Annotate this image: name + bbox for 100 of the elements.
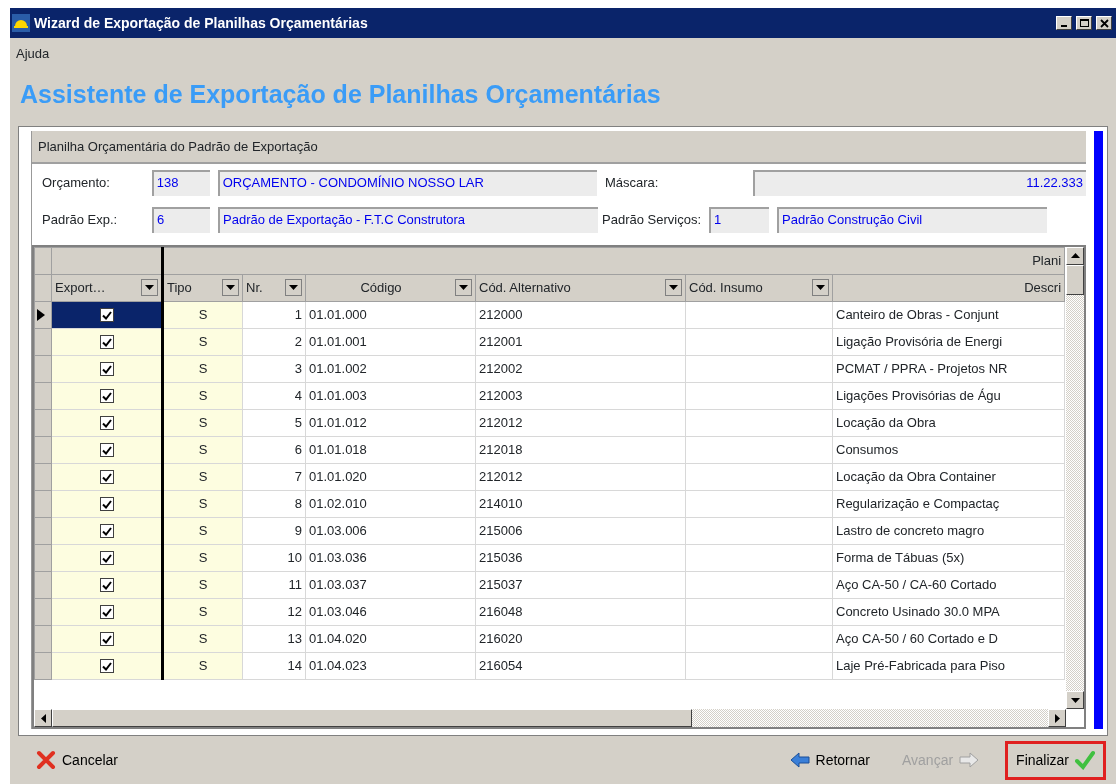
filter-dropdown-button[interactable]	[285, 279, 302, 296]
checkbox[interactable]	[99, 416, 114, 431]
alternative-code-cell: 212012	[475, 409, 686, 436]
type-cell: S	[162, 328, 243, 355]
checkbox[interactable]	[99, 632, 114, 647]
app-icon	[12, 14, 30, 32]
checkbox[interactable]	[99, 578, 114, 593]
checkbox[interactable]	[99, 524, 114, 539]
alternative-code-cell: 215036	[475, 544, 686, 571]
scroll-left-icon	[40, 713, 46, 723]
type-cell: S	[162, 571, 243, 598]
code-field[interactable]: 6	[152, 206, 210, 233]
filter-dropdown-button[interactable]	[665, 279, 682, 296]
maximize-icon	[1078, 17, 1090, 29]
type-cell: S	[162, 463, 243, 490]
code-cell: 01.04.020	[305, 625, 476, 652]
selected-cell[interactable]	[51, 301, 163, 328]
type-cell: S	[162, 436, 243, 463]
filter-dropdown-button[interactable]	[141, 279, 158, 296]
number-cell: 10	[242, 544, 306, 571]
band-header: Plani	[162, 247, 1065, 274]
checkbox[interactable]	[99, 335, 114, 350]
field-label: Máscara:	[604, 173, 660, 192]
number-cell: 1	[242, 301, 306, 328]
cancel-button[interactable]: Cancelar	[30, 743, 125, 777]
description-cell: Forma de Tábuas (5x)	[832, 544, 1065, 571]
horizontal-scrollbar[interactable]	[34, 709, 1066, 727]
column-header[interactable]: Cód. Alternativo	[475, 274, 686, 301]
type-cell: S	[162, 598, 243, 625]
checkbox[interactable]	[99, 362, 114, 377]
checkbox[interactable]	[99, 470, 114, 485]
alternative-code-cell: 212000	[475, 301, 686, 328]
description-field[interactable]: ORÇAMENTO - CONDOMÍNIO NOSSO LAR	[217, 169, 597, 196]
maximize-button[interactable]	[1076, 16, 1092, 30]
code-field[interactable]: 138	[151, 169, 210, 196]
minimize-button[interactable]	[1056, 16, 1072, 30]
mask-field[interactable]: 11.22.333	[752, 169, 1086, 196]
left-arrow-icon	[789, 750, 810, 770]
alternative-code-cell: 216020	[475, 625, 686, 652]
caret-icon	[226, 285, 235, 290]
row-header[interactable]	[34, 301, 52, 328]
code-cell: 01.01.020	[305, 463, 476, 490]
description-cell: Aço CA-50 / CA-60 Cortado	[832, 571, 1065, 598]
code-cell: 01.01.001	[305, 328, 476, 355]
alternative-code-cell: 216048	[475, 598, 686, 625]
scroll-down-icon	[1070, 697, 1080, 703]
checkbox[interactable]	[99, 659, 114, 674]
description-cell: Laje Pré-Fabricada para Piso	[832, 652, 1065, 679]
column-header[interactable]: Cód. Insumo	[685, 274, 833, 301]
checkbox[interactable]	[99, 605, 114, 620]
column-header[interactable]: Código	[305, 274, 476, 301]
checkbox[interactable]	[99, 308, 114, 323]
type-cell: S	[162, 409, 243, 436]
cross-icon	[36, 750, 56, 770]
description-field[interactable]: Padrão de Exportação - F.T.C Construtora	[218, 206, 598, 233]
checkbox[interactable]	[99, 443, 114, 458]
code-cell: 01.01.012	[305, 409, 476, 436]
description-cell: Consumos	[832, 436, 1065, 463]
back-button[interactable]: Retornar	[783, 743, 876, 777]
alternative-code-cell: 212002	[475, 355, 686, 382]
caret-icon	[145, 285, 154, 290]
column-header[interactable]: Descri	[832, 274, 1065, 301]
column-header[interactable]: Tipo	[162, 274, 243, 301]
description-cell: Ligação Provisória de Energi	[832, 328, 1065, 355]
minimize-icon	[1061, 25, 1067, 27]
number-cell: 3	[242, 355, 306, 382]
scroll-right-icon	[1054, 713, 1060, 723]
filter-dropdown-button[interactable]	[222, 279, 239, 296]
number-cell: 6	[242, 436, 306, 463]
alternative-code-cell: 215037	[475, 571, 686, 598]
code-cell: 01.04.023	[305, 652, 476, 679]
vertical-scrollbar[interactable]	[1066, 246, 1084, 709]
close-icon	[1098, 17, 1110, 29]
filter-dropdown-button[interactable]	[455, 279, 472, 296]
description-field[interactable]: Padrão Construção Civil	[777, 206, 1047, 233]
code-cell: 01.01.000	[305, 301, 476, 328]
number-cell: 2	[242, 328, 306, 355]
column-header[interactable]: Export…	[51, 274, 163, 301]
close-button[interactable]	[1096, 16, 1112, 30]
description-cell: Locação da Obra Container	[832, 463, 1065, 490]
checkbox[interactable]	[99, 551, 114, 566]
description-cell: Aço CA-50 / 60 Cortado e D	[832, 625, 1065, 652]
code-cell: 01.03.006	[305, 517, 476, 544]
menu-item[interactable]: Ajuda	[16, 44, 50, 62]
filter-dropdown-button[interactable]	[812, 279, 829, 296]
type-cell: S	[162, 301, 243, 328]
code-field[interactable]: 1	[709, 206, 769, 233]
caret-icon	[816, 285, 825, 290]
type-cell: S	[162, 544, 243, 571]
alternative-code-cell: 214010	[475, 490, 686, 517]
check-icon	[1075, 750, 1095, 770]
alternative-code-cell: 212003	[475, 382, 686, 409]
finish-button[interactable]: Finalizar	[1005, 740, 1106, 780]
scroll-thumb[interactable]	[1066, 264, 1084, 295]
description-cell: Canteiro de Obras - Conjunt	[832, 301, 1065, 328]
checkbox[interactable]	[99, 497, 114, 512]
wizard-heading: Assistente de Exportação de Planilhas Orçamentárias	[19, 79, 662, 110]
description-cell: PCMAT / PPRA - Projetos NR	[832, 355, 1065, 382]
checkbox[interactable]	[99, 389, 114, 404]
scroll-thumb[interactable]	[52, 709, 692, 727]
